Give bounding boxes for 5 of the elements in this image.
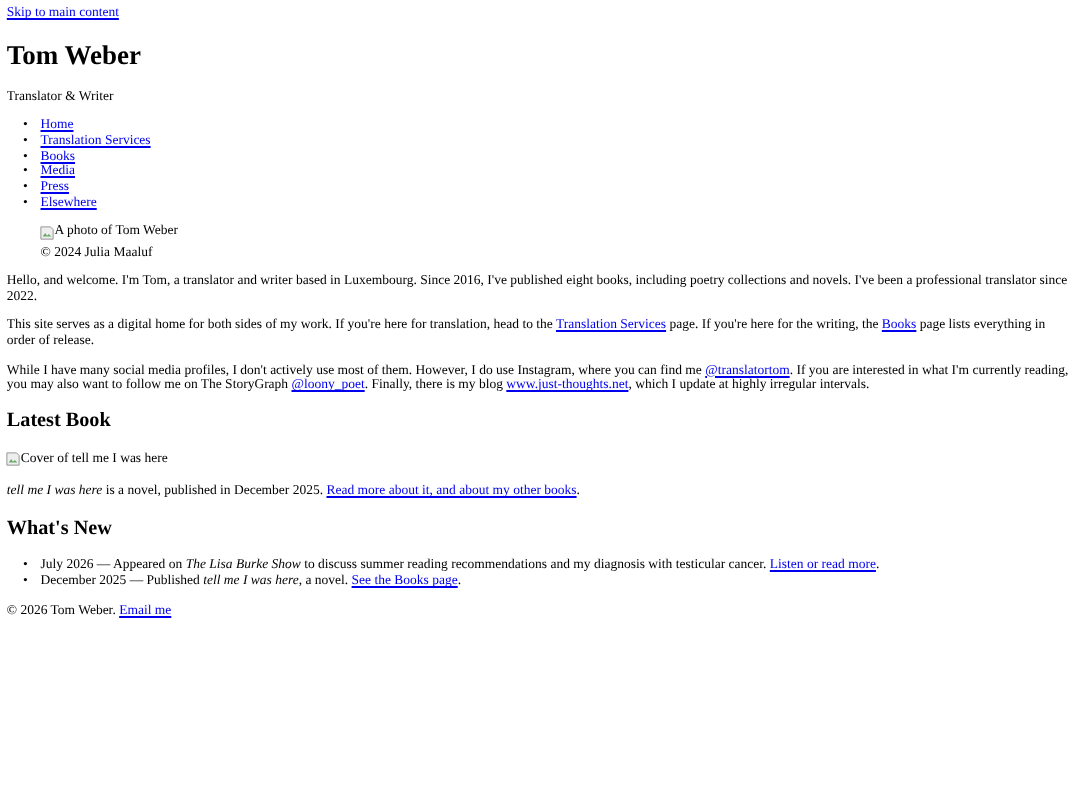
broken-image-icon [6,451,21,466]
broken-image-icon [40,225,55,240]
section-heading: What's New [6,517,114,541]
section-heading: Latest Book [6,410,113,435]
site-title: Tom Weber [6,40,144,72]
